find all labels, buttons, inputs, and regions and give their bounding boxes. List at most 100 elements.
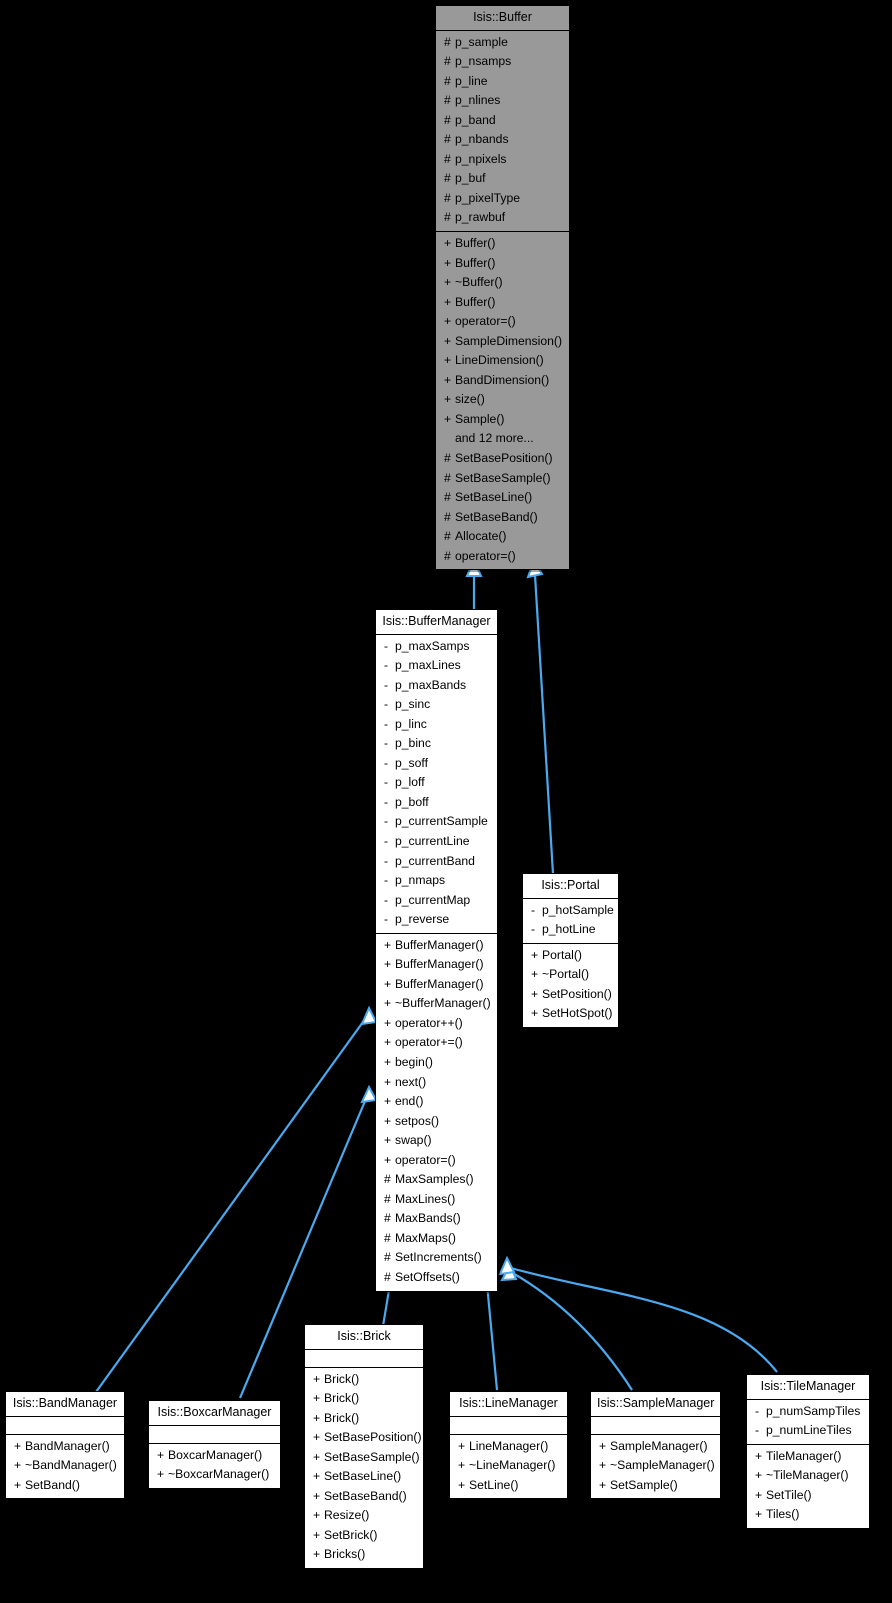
visibility-marker: # [444, 171, 451, 186]
member-name: BufferManager() [395, 937, 484, 952]
visibility-marker: - [384, 658, 389, 673]
visibility-marker: + [755, 1448, 763, 1463]
visibility-marker: + [444, 255, 452, 270]
member-name: begin() [395, 1054, 433, 1069]
class-node-boxcarmanager[interactable]: Isis::BoxcarManager + BoxcarManager() + ~B… [148, 1400, 281, 1489]
visibility-marker: + [313, 1547, 321, 1562]
member-name: p_numLineTiles [766, 1423, 852, 1438]
member-name: ~BandManager() [25, 1458, 117, 1473]
class-node-linemanager[interactable]: Isis::LineManager + LineManager() + ~LineM… [449, 1391, 568, 1500]
operation-row: + BoxcarManager() [149, 1446, 280, 1466]
operation-row: + begin() [376, 1053, 497, 1073]
member-name: p_nlines [455, 93, 501, 108]
visibility-marker: + [384, 1094, 392, 1109]
operation-row: + BufferManager() [376, 936, 497, 956]
visibility-marker: + [384, 1035, 392, 1050]
operation-row: + ~TileManager() [747, 1466, 869, 1486]
visibility-marker: - [384, 892, 389, 907]
visibility-marker: # [444, 73, 451, 88]
class-node-buffermanager[interactable]: Isis::BufferManager - p_maxSamps - p_maxLi… [375, 609, 498, 1292]
visibility-marker: # [444, 470, 451, 485]
operation-row: # Allocate() [436, 527, 569, 547]
operation-row: + SetBasePosition() [305, 1428, 423, 1448]
uml-class-diagram: Isis::Buffer # p_sample # p_nsamps # p_line… [0, 0, 892, 1603]
attributes-compartment-brick [305, 1350, 423, 1368]
visibility-marker: + [755, 1507, 763, 1522]
operation-row: # SetOffsets() [376, 1268, 497, 1288]
member-name: SetBrick() [324, 1527, 378, 1542]
operation-row: + ~BandManager() [6, 1456, 124, 1476]
attributes-compartment-linemanager [450, 1417, 567, 1435]
visibility-marker: + [599, 1458, 607, 1473]
member-name: p_rawbuf [455, 210, 506, 225]
attribute-row: - p_maxLines [376, 656, 497, 676]
class-title-linemanager: Isis::LineManager [450, 1392, 567, 1417]
member-name: size() [455, 392, 485, 407]
attribute-row: - p_maxSamps [376, 637, 497, 657]
operation-row: + Tiles() [747, 1505, 869, 1525]
visibility-marker: - [384, 755, 389, 770]
attribute-row: # p_line [436, 72, 569, 92]
member-name: Buffer() [455, 235, 496, 250]
attribute-row: - p_sinc [376, 695, 497, 715]
attribute-row: - p_numLineTiles [747, 1421, 869, 1441]
attributes-compartment-boxcarmanager [149, 1426, 280, 1444]
class-node-tilemanager[interactable]: Isis::TileManager - p_numSampTiles - p_num… [746, 1374, 870, 1529]
visibility-marker: - [384, 814, 389, 829]
member-name: setpos() [395, 1113, 440, 1128]
class-node-portal[interactable]: Isis::Portal - p_hotSample - p_hotLine + Po… [522, 873, 619, 1028]
member-name: p_sinc [395, 697, 431, 712]
operation-row: # SetBaseLine() [436, 488, 569, 508]
member-name: and 12 more... [455, 431, 534, 446]
member-name: p_currentBand [395, 853, 475, 868]
operation-row: + ~Portal() [523, 965, 618, 985]
attribute-row: # p_band [436, 111, 569, 131]
visibility-marker: + [313, 1391, 321, 1406]
class-node-buffer[interactable]: Isis::Buffer # p_sample # p_nsamps # p_line… [435, 5, 570, 571]
class-node-brick[interactable]: Isis::Brick + Brick() + Brick() + Brick() +… [304, 1324, 424, 1569]
attribute-row: # p_buf [436, 169, 569, 189]
operation-row: + Buffer() [436, 293, 569, 313]
visibility-marker: + [313, 1449, 321, 1464]
visibility-marker: + [458, 1458, 466, 1473]
operations-compartment-buffermanager: + BufferManager() + BufferManager() + Buffe… [376, 934, 497, 1291]
visibility-marker: + [384, 1152, 392, 1167]
operation-row: + size() [436, 390, 569, 410]
operation-row: + BandManager() [6, 1437, 124, 1457]
attribute-row: - p_numSampTiles [747, 1402, 869, 1422]
member-name: operator+=() [395, 1035, 463, 1050]
operation-row: # SetBaseBand() [436, 508, 569, 528]
class-node-bandmanager[interactable]: Isis::BandManager + BandManager() + ~BandM… [5, 1391, 125, 1500]
member-name: MaxSamples() [395, 1172, 474, 1187]
visibility-marker: - [384, 775, 389, 790]
arrowhead-bandmanager-buffermanager [360, 1005, 378, 1026]
member-name: swap() [395, 1133, 432, 1148]
member-name: SetTile() [766, 1487, 812, 1502]
attribute-row: - p_hotSample [523, 901, 618, 921]
member-name: p_maxSamps [395, 638, 470, 653]
visibility-marker: - [384, 873, 389, 888]
member-name: BufferManager() [395, 957, 484, 972]
class-node-samplemanager[interactable]: Isis::SampleManager + SampleManager() + ~S… [590, 1391, 721, 1500]
operation-row: + LineManager() [450, 1437, 567, 1457]
visibility-marker: - [755, 1403, 760, 1418]
edge-linemanager-buffermanager [485, 1283, 499, 1391]
visibility-marker: - [384, 638, 389, 653]
member-name: MaxLines() [395, 1191, 456, 1206]
visibility-marker: # [444, 529, 451, 544]
visibility-marker: # [444, 190, 451, 205]
visibility-marker: + [14, 1458, 22, 1473]
visibility-marker: + [313, 1430, 321, 1445]
visibility-marker: + [444, 294, 452, 309]
member-name: SetBaseLine() [455, 490, 533, 505]
operation-row: + ~BoxcarManager() [149, 1465, 280, 1485]
visibility-marker: + [313, 1508, 321, 1523]
member-name: p_nmaps [395, 873, 446, 888]
attributes-compartment-buffermanager: - p_maxSamps - p_maxLines - p_maxBands - p_s… [376, 635, 497, 934]
member-name: p_loff [395, 775, 425, 790]
operation-row: + SetBaseSample() [305, 1448, 423, 1468]
operation-row: + operator+=() [376, 1033, 497, 1053]
visibility-marker: - [384, 833, 389, 848]
operations-compartment-linemanager: + LineManager() + ~LineManager() + SetLine(… [450, 1435, 567, 1499]
visibility-marker: - [755, 1423, 760, 1438]
